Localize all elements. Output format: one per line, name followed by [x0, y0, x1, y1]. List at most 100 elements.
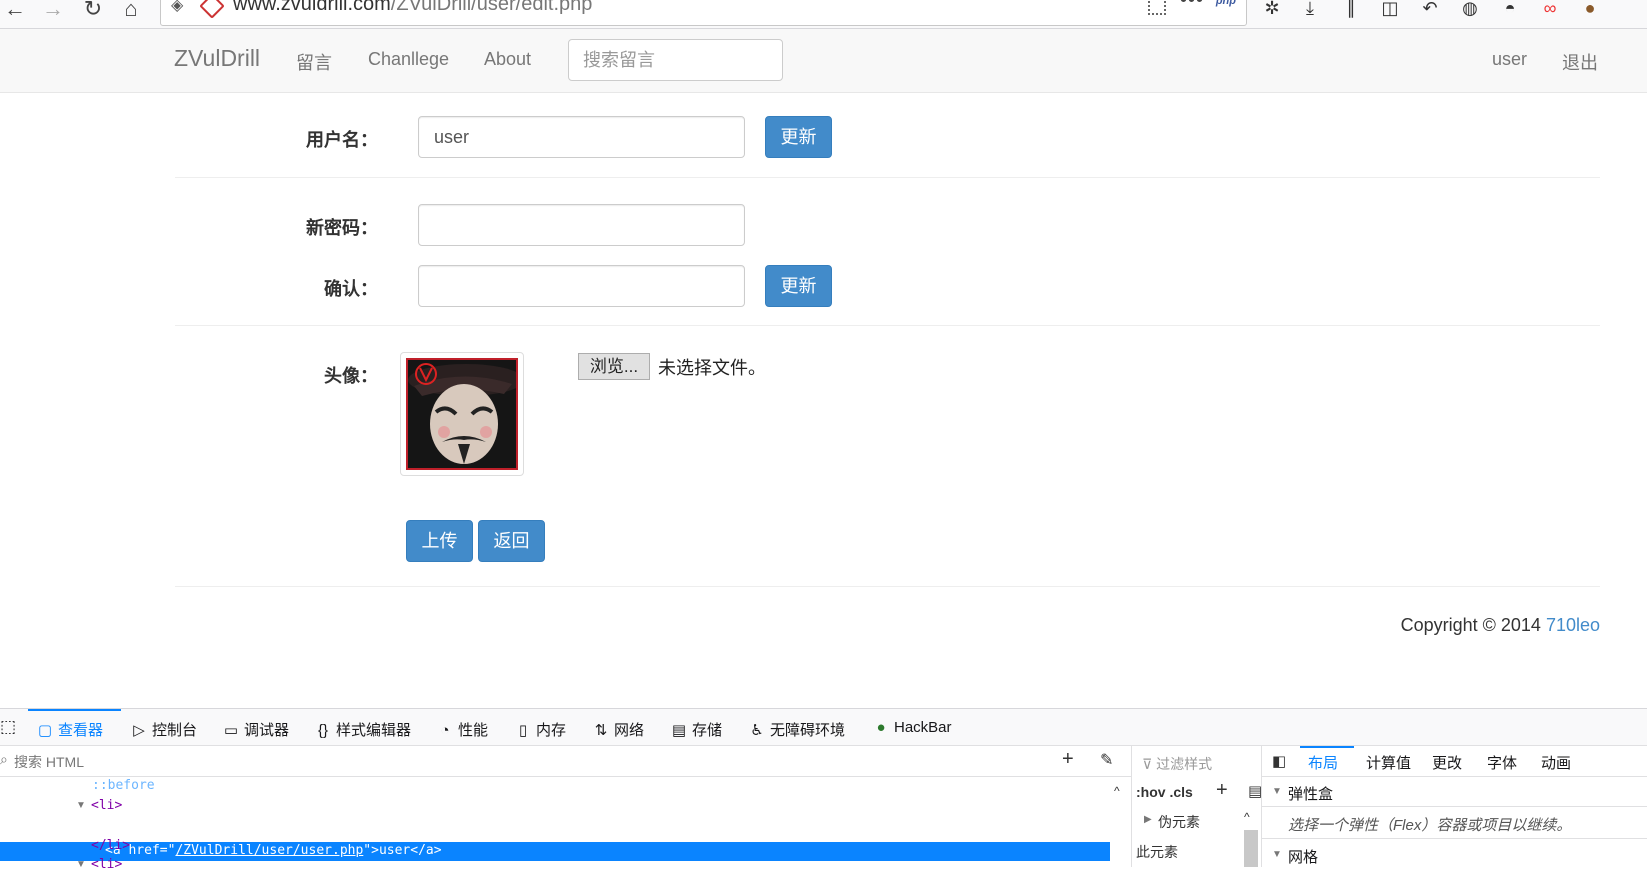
back-button[interactable]: 返回: [478, 520, 545, 562]
tab-label: HackBar: [894, 719, 952, 736]
username-label: 用户名：: [306, 130, 378, 150]
url-path: /ZVulDrill/user/edit.php: [390, 0, 593, 15]
storage-icon: ▤: [671, 722, 687, 739]
home-icon[interactable]: ⌂: [118, 0, 144, 22]
nav-link-messages[interactable]: 留言: [296, 49, 332, 75]
logout-link[interactable]: 退出: [1562, 49, 1598, 75]
print-media-icon[interactable]: ▤: [1248, 782, 1262, 800]
href-link[interactable]: /ZVulDrill/user/user.php: [175, 843, 363, 858]
url-bar[interactable]: ◈ www.zvuldrill.com/ZVulDrill/user/edit.…: [160, 0, 1247, 26]
pseudo-elements-label[interactable]: 伪元素: [1158, 812, 1200, 832]
nav-user-link[interactable]: user: [1492, 49, 1527, 70]
tab-fonts[interactable]: 字体: [1487, 752, 1517, 773]
tab-storage[interactable]: ▤ 存储: [670, 719, 722, 740]
extension-icon[interactable]: ◍: [1458, 0, 1482, 20]
code-line[interactable]: <li>: [91, 857, 122, 872]
html-search-input[interactable]: 搜索 HTML: [14, 752, 84, 772]
confirm-password-label: 确认：: [324, 279, 378, 299]
code-line[interactable]: <li>: [91, 798, 122, 813]
selected-node-row[interactable]: <a href="/ZVulDrill/user/user.php">user<…: [0, 842, 1110, 861]
qr-code-icon[interactable]: [1148, 0, 1166, 15]
tab-performance[interactable]: ◔ 性能: [436, 719, 488, 740]
update-password-button[interactable]: 更新: [765, 265, 832, 307]
reload-icon[interactable]: ↻: [80, 0, 106, 22]
tab-computed[interactable]: 计算值: [1366, 752, 1411, 773]
divider: [175, 586, 1600, 587]
flexbox-section-header[interactable]: 弹性盒: [1288, 783, 1333, 804]
tab-style-editor[interactable]: {} 样式编辑器: [314, 719, 411, 740]
tab-memory[interactable]: ▯ 内存: [514, 719, 566, 740]
console-icon: ▷: [133, 722, 145, 739]
avatar-thumbnail: [400, 352, 524, 476]
toggle-sidebar-icon[interactable]: ◧: [1272, 752, 1286, 770]
library-icon[interactable]: ∥: [1339, 0, 1363, 20]
element-picker-icon[interactable]: ⬚: [0, 717, 16, 737]
debugger-icon: ▭: [223, 722, 239, 739]
cookie-extension-icon[interactable]: ●: [1578, 0, 1602, 20]
html-search-bar[interactable]: ⌕ 搜索 HTML + ✎: [0, 746, 1131, 777]
expand-toggle-icon[interactable]: ▼: [76, 859, 86, 870]
rules-pane: ⊽ 过滤样式 :hov .cls + ▤ ▶ 伪元素 此元素 ^: [1132, 746, 1262, 867]
code-line[interactable]: </li>: [91, 838, 130, 853]
page-actions-icon[interactable]: •••: [1180, 0, 1204, 12]
expand-toggle-icon[interactable]: ▼: [1272, 849, 1282, 860]
nav-link-challenge[interactable]: Chanllege: [368, 49, 449, 70]
active-tab-indicator: [1300, 746, 1354, 748]
scroll-up-icon[interactable]: ^: [1244, 810, 1250, 824]
mask-extension-icon[interactable]: ◓: [1498, 0, 1522, 20]
confirm-password-field[interactable]: [418, 265, 745, 307]
php-badge-icon[interactable]: php: [1216, 0, 1236, 7]
username-field[interactable]: [418, 116, 745, 158]
tab-layout[interactable]: 布局: [1308, 752, 1338, 773]
filter-placeholder: 过滤样式: [1156, 756, 1213, 772]
performance-icon: ◔: [440, 722, 450, 739]
update-username-button[interactable]: 更新: [765, 116, 832, 158]
tab-network[interactable]: ⇅ 网络: [592, 719, 644, 740]
selected-node-code: <a href="/ZVulDrill/user/user.php">user<…: [105, 843, 442, 858]
sidebar-icon[interactable]: ◫: [1378, 0, 1402, 20]
add-node-icon[interactable]: +: [1062, 748, 1074, 771]
new-password-field[interactable]: [418, 204, 745, 246]
tab-accessibility[interactable]: ♿ 无障碍环境: [748, 719, 845, 740]
back-icon[interactable]: ←: [2, 0, 28, 22]
grid-section-header[interactable]: 网格: [1288, 846, 1318, 867]
eyedropper-icon[interactable]: ✎: [1100, 750, 1113, 770]
scroll-up-icon[interactable]: ^: [1114, 784, 1120, 798]
scrollbar-thumb[interactable]: [1244, 830, 1258, 867]
upload-button[interactable]: 上传: [406, 520, 473, 562]
message-search-input[interactable]: [568, 39, 783, 81]
tab-changes[interactable]: 更改: [1432, 752, 1462, 773]
tab-label: 网络: [614, 722, 645, 739]
tab-hackbar[interactable]: ● HackBar: [872, 719, 952, 736]
expand-toggle-icon[interactable]: ▼: [1272, 786, 1282, 797]
tab-animations[interactable]: 动画: [1541, 752, 1571, 773]
code-line[interactable]: ::before: [92, 778, 155, 793]
memory-icon: ▯: [518, 722, 528, 739]
site-navbar: ZVulDrill 留言 Chanllege About user 退出: [0, 29, 1647, 93]
brand-link[interactable]: ZVulDrill: [174, 45, 260, 72]
tab-console[interactable]: ▷ 控制台: [130, 719, 197, 740]
hackbar-icon: ●: [876, 719, 886, 736]
hov-cls-toggle[interactable]: :hov .cls: [1136, 784, 1193, 800]
style-editor-icon: {}: [317, 722, 329, 739]
download-icon[interactable]: ⤓: [1298, 0, 1322, 20]
filter-icon: ⊽: [1142, 756, 1153, 772]
collapse-toggle-icon[interactable]: ▶: [1144, 814, 1152, 825]
infinity-extension-icon[interactable]: ∞: [1538, 0, 1562, 20]
tab-debugger[interactable]: ▭ 调试器: [222, 719, 289, 740]
undo-extension-icon[interactable]: ↶: [1418, 0, 1442, 20]
insecure-lock-icon[interactable]: [199, 0, 225, 19]
settings-gear-icon[interactable]: ✲: [1260, 0, 1284, 20]
tab-inspector[interactable]: ▢ 查看器: [36, 719, 103, 740]
nav-link-about[interactable]: About: [484, 49, 531, 70]
filter-styles-input[interactable]: ⊽ 过滤样式: [1142, 754, 1212, 774]
layout-pane: ◧ 布局 计算值 更改 字体 动画 ▼ 弹性盒 选择一个弹性（Flex）容器或项…: [1262, 746, 1647, 867]
forward-icon[interactable]: →: [40, 0, 66, 22]
expand-toggle-icon[interactable]: ▼: [76, 800, 86, 811]
tab-label: 控制台: [152, 722, 198, 739]
author-link[interactable]: 710leo: [1546, 615, 1600, 635]
browse-file-button[interactable]: 浏览...: [578, 353, 650, 380]
tracking-shield-icon[interactable]: ◈: [171, 0, 183, 15]
add-rule-icon[interactable]: +: [1216, 779, 1228, 802]
this-element-label: 此元素: [1136, 844, 1178, 860]
